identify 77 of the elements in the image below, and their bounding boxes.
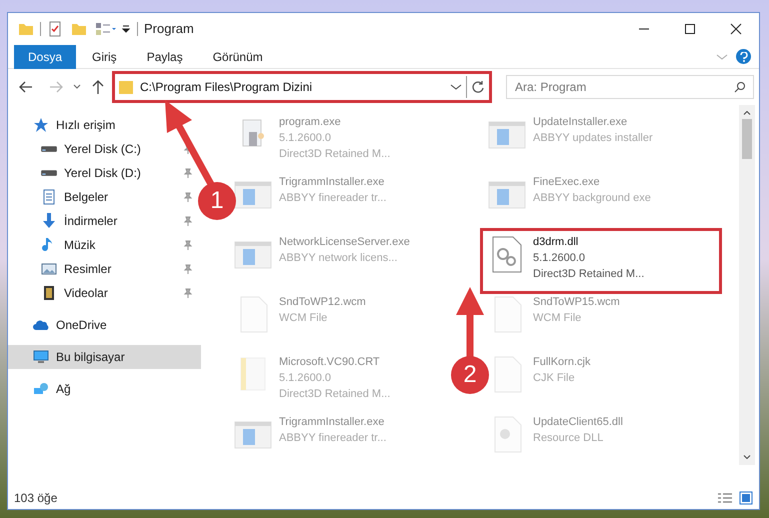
star-icon — [32, 116, 50, 134]
scroll-up-icon[interactable] — [743, 111, 751, 115]
file-detail: WCM File — [279, 311, 328, 326]
pin-icon — [183, 264, 193, 274]
file-detail: ABBYY finereader tr... — [279, 431, 386, 446]
sidebar-item[interactable]: Resimler — [8, 257, 201, 281]
sidebar-item[interactable]: Müzik — [8, 233, 201, 257]
maximize-icon — [685, 24, 695, 34]
file-name: TrigrammInstaller.exe — [279, 415, 386, 430]
status-item-count: 103 öğe — [14, 490, 58, 507]
ribbon-tab[interactable]: Görünüm — [198, 44, 277, 68]
help-icon[interactable] — [736, 49, 751, 64]
file-detail: 5.1.2600.0 — [279, 131, 332, 146]
sidebar-item[interactable]: OneDrive — [8, 313, 201, 337]
search-field[interactable]: Ara: Program — [506, 75, 754, 99]
file-detail: ABBYY updates installer — [533, 131, 653, 146]
file-detail: Direct3D Retained M... — [279, 387, 390, 402]
scroll-down-icon[interactable] — [743, 455, 751, 459]
file-detail: 5.1.2600.0 — [533, 251, 586, 266]
file-detail: CJK File — [533, 371, 576, 386]
file-name: FullKorn.cjk — [533, 355, 590, 370]
file-name: UpdateInstaller.exe — [533, 115, 628, 130]
pin-icon — [183, 240, 193, 250]
ribbon-tab[interactable]: Giriş — [78, 44, 131, 68]
sidebar-item[interactable]: Ağ — [8, 377, 201, 401]
pin-icon — [183, 216, 193, 226]
file-detail: WCM File — [533, 311, 582, 326]
sidebar-item[interactable]: Belgeler — [8, 185, 201, 209]
sidebar-item[interactable]: Hızlı erişim — [8, 113, 201, 137]
file-detail: ABBYY background exe — [533, 191, 651, 206]
folder-icon — [118, 79, 134, 95]
file-name: FineExec.exe — [533, 175, 601, 190]
file-name: program.exe — [279, 115, 342, 130]
file-detail: Direct3D Retained M... — [279, 147, 390, 162]
download-icon — [40, 212, 58, 230]
drive-icon — [40, 169, 58, 177]
file-detail: ABBYY finereader tr... — [279, 191, 386, 206]
up-arrow-icon[interactable] — [90, 79, 106, 95]
computer-icon — [32, 348, 50, 366]
address-path: C:\Program Files\Program Dizini — [140, 79, 314, 96]
pin-icon — [183, 192, 193, 202]
file-name: TrigrammInstaller.exe — [279, 175, 386, 190]
file-detail: Direct3D Retained M... — [533, 267, 644, 282]
file-name: UpdateClient65.dll — [533, 415, 623, 430]
search-icon — [734, 81, 746, 93]
pin-icon — [183, 168, 193, 178]
refresh-icon[interactable] — [471, 80, 485, 94]
file-name: SndToWP12.wcm — [279, 295, 366, 310]
minimize-icon — [639, 28, 649, 30]
back-arrow-icon[interactable] — [18, 79, 34, 95]
sidebar-item[interactable]: İndirmeler — [8, 209, 201, 233]
ribbon-tab[interactable]: Dosya — [14, 44, 76, 68]
ribbon-tab[interactable]: Paylaş — [132, 44, 197, 68]
properties-icon[interactable] — [47, 21, 63, 37]
scrollbar-thumb[interactable] — [742, 119, 752, 159]
sidebar-item[interactable]: Yerel Disk (C:) — [8, 137, 201, 161]
chevron-down-icon[interactable] — [450, 82, 462, 92]
file-name: NetworkLicenseServer.exe — [279, 235, 410, 250]
details-view-icon[interactable] — [717, 492, 733, 504]
caret-icon[interactable] — [121, 24, 131, 34]
close-icon — [730, 23, 742, 35]
file-name: Microsoft.VC90.CRT — [279, 355, 381, 370]
address-bar[interactable]: C:\Program Files\Program Dizini — [112, 71, 492, 103]
file-detail: Resource DLL — [533, 431, 604, 446]
annotation-arrow — [455, 287, 485, 359]
scrollbar[interactable] — [739, 105, 755, 465]
file-detail: 5.1.2600.0 — [279, 371, 332, 386]
sidebar-item[interactable]: Yerel Disk (D:) — [8, 161, 201, 185]
sidebar-item[interactable]: Bu bilgisayar — [8, 345, 201, 369]
file-name: SndToWP15.wcm — [533, 295, 620, 310]
file-name: d3drm.dll — [533, 235, 580, 250]
pin-icon — [183, 288, 193, 298]
drive-icon — [40, 145, 58, 153]
sidebar-item[interactable]: Videolar — [8, 281, 201, 305]
file-detail: ABBYY network licens... — [279, 251, 398, 266]
large-icons-view-icon[interactable] — [739, 491, 753, 505]
window-title: Program — [144, 20, 194, 38]
